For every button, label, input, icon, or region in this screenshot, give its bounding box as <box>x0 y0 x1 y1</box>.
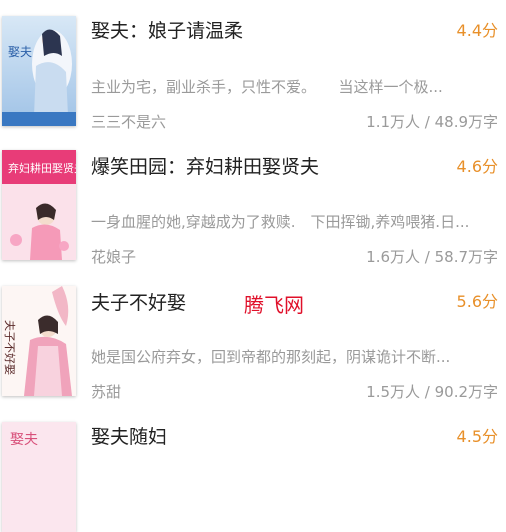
book-cover-pink-icon: 弃妇耕田娶贤夫 <box>2 150 76 260</box>
book-author: 花娘子 <box>91 248 137 266</box>
book-cover-white-icon: 夫子不好娶 <box>2 286 76 396</box>
book-title[interactable]: 娶夫：娘子请温柔 <box>91 16 243 43</box>
book-score: 5.6分 <box>456 292 498 311</box>
svg-text:弃妇耕田娶贤夫: 弃妇耕田娶贤夫 <box>8 161 76 175</box>
book-stats: 1.6万人 / 58.7万字 <box>366 248 498 266</box>
book-cover-pink-light-icon: 娶夫 <box>2 422 76 532</box>
book-stats: 1.5万人 / 90.2万字 <box>366 383 498 401</box>
book-title[interactable]: 夫子不好娶 <box>91 288 186 315</box>
watermark-text: 腾飞网 <box>244 293 304 317</box>
book-list-item[interactable]: 弃妇耕田娶贤夫 爆笑田园：弃妇耕田娶贤夫 4.6分 一身血腥的她,穿越成为了救赎… <box>0 140 506 280</box>
svg-text:夫子不好娶: 夫子不好娶 <box>3 320 17 375</box>
book-score: 4.6分 <box>456 157 498 176</box>
book-cover-blue-icon: 娶夫 <box>2 16 76 126</box>
book-cover-image[interactable]: 弃妇耕田娶贤夫 <box>2 150 76 260</box>
book-list-item[interactable]: 娶夫 娶夫随妇 4.5分 <box>0 416 506 532</box>
book-title[interactable]: 爆笑田园：弃妇耕田娶贤夫 <box>91 152 319 179</box>
book-cover-image[interactable]: 娶夫 <box>2 422 76 532</box>
book-stats: 1.1万人 / 48.9万字 <box>366 113 498 131</box>
book-cover-image[interactable]: 夫子不好娶 <box>2 286 76 396</box>
book-author: 苏甜 <box>91 383 122 401</box>
book-score: 4.5分 <box>456 427 498 446</box>
book-description: 她是国公府弃女，回到帝都的那刻起，阴谋诡计不断... <box>91 348 451 366</box>
book-description: 主业为宅，副业杀手，只性不爱。 当这样一个极... <box>91 78 443 96</box>
book-score: 4.4分 <box>456 21 498 40</box>
book-list-item[interactable]: 娶夫 娶夫：娘子请温柔 4.4分 主业为宅，副业杀手，只性不爱。 当这样一个极.… <box>0 0 506 140</box>
book-cover-image[interactable]: 娶夫 <box>2 16 76 126</box>
book-author: 三三不是六 <box>91 113 167 131</box>
svg-text:娶夫: 娶夫 <box>8 45 32 59</box>
svg-text:娶夫: 娶夫 <box>10 432 38 448</box>
book-description: 一身血腥的她,穿越成为了救赎. 下田挥锄,养鸡喂猪.日... <box>91 213 470 231</box>
